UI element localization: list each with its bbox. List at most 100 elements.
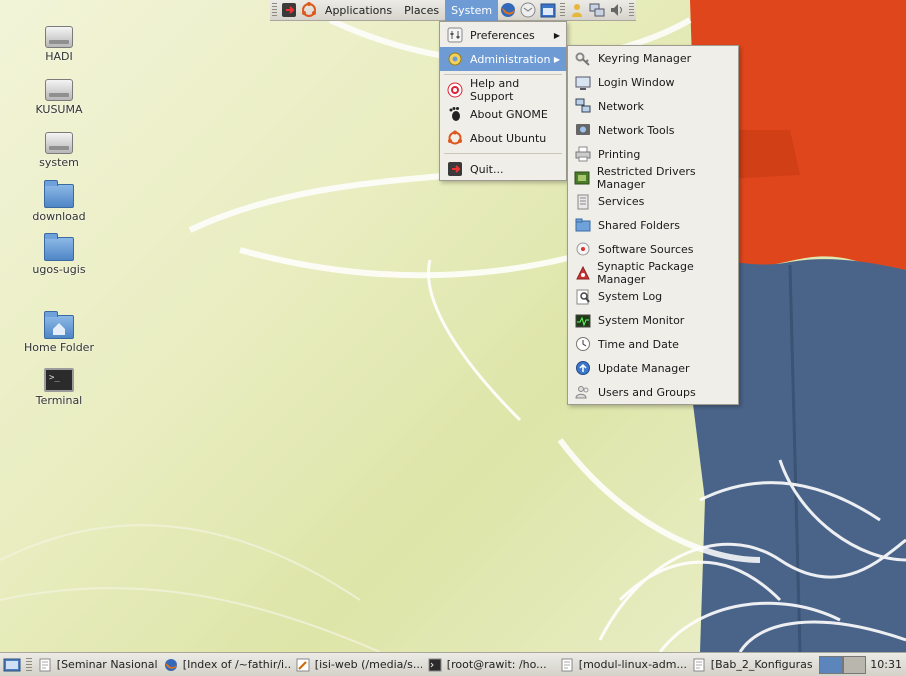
menu-item-label: Update Manager	[598, 361, 690, 375]
taskbar-window-button[interactable]: [isi-web (/media/s...	[292, 655, 422, 675]
menu-item-label: About GNOME	[470, 107, 548, 121]
menu-item-time-and-date[interactable]: Time and Date	[568, 333, 738, 357]
taskbar-window-button[interactable]: [root@rawit: /ho...	[424, 655, 554, 675]
volume-icon[interactable]	[609, 1, 625, 19]
menu-item-system-monitor[interactable]: System Monitor	[568, 309, 738, 333]
menu-item-update-manager[interactable]: Update Manager	[568, 356, 738, 380]
menu-item-system-log[interactable]: System Log	[568, 285, 738, 309]
menu-separator	[444, 153, 562, 154]
taskbar-window-label: [root@rawit: /ho...	[446, 658, 547, 671]
services-icon	[574, 193, 592, 211]
administration-icon	[446, 50, 464, 68]
desktop-icon-kusuma[interactable]: KUSUMA	[19, 79, 99, 116]
login-window-icon	[574, 74, 592, 92]
menu-item-label: Software Sources	[598, 242, 694, 256]
drive-icon	[45, 79, 73, 101]
menu-item-label: Printing	[598, 147, 641, 161]
ubuntu-icon[interactable]	[301, 1, 317, 19]
menu-item-quit[interactable]: Quit...	[440, 157, 566, 181]
menu-item-software-sources[interactable]: Software Sources	[568, 237, 738, 261]
menu-item-keyring-manager[interactable]: Keyring Manager	[568, 47, 738, 71]
menu-item-administration[interactable]: Administration ▶	[440, 47, 566, 71]
menu-item-restricted-drivers-manager[interactable]: Restricted Drivers Manager	[568, 164, 738, 191]
system-log-icon	[574, 288, 592, 306]
applications-menu[interactable]: Applications	[319, 0, 398, 21]
menu-item-help-and-support[interactable]: Help and Support	[440, 77, 566, 103]
submenu-arrow-icon: ▶	[553, 30, 560, 40]
terminal-icon: >_	[44, 368, 74, 392]
desktop-icon-label: download	[32, 210, 86, 223]
taskbar-window-button[interactable]: [Index of /~fathir/i...	[160, 655, 290, 675]
menu-item-label: Shared Folders	[598, 218, 680, 232]
menu-item-printing[interactable]: Printing	[568, 142, 738, 166]
places-menu[interactable]: Places	[398, 0, 445, 21]
menu-item-label: System Monitor	[598, 314, 685, 328]
taskbar-window-label: [Index of /~fathir/i...	[182, 658, 290, 671]
desktop-icon-home-folder[interactable]: Home Folder	[19, 311, 99, 354]
submenu-arrow-icon: ▶	[553, 54, 560, 64]
desktop-icon-label: KUSUMA	[35, 103, 83, 116]
menu-item-label: Restricted Drivers Manager	[596, 164, 696, 191]
calendar-icon[interactable]	[540, 1, 556, 19]
show-desktop-icon[interactable]	[2, 656, 22, 674]
taskbar-window-button[interactable]: [Bab_2_Konfiguras...	[688, 655, 812, 675]
chip-icon	[574, 169, 591, 187]
menu-item-synaptic-package-manager[interactable]: Synaptic Package Manager	[568, 260, 738, 286]
panel-drag-handle[interactable]	[272, 3, 277, 17]
firefox-icon	[164, 658, 178, 672]
firefox-icon[interactable]	[500, 1, 516, 19]
desktop-icon-download[interactable]: download	[19, 180, 99, 223]
panel-separator	[560, 3, 566, 17]
top-panel: Applications Places System	[270, 0, 636, 21]
menu-item-services[interactable]: Services	[568, 190, 738, 214]
menu-item-label: Network	[598, 99, 644, 113]
menu-item-label: Administration	[470, 52, 551, 66]
taskbar-window-label: [Bab_2_Konfiguras...	[710, 658, 812, 671]
logout-icon[interactable]	[281, 1, 297, 19]
workspace-2[interactable]	[842, 655, 867, 674]
menu-item-label: Keyring Manager	[598, 52, 692, 66]
preferences-icon	[446, 26, 464, 44]
menu-item-network[interactable]: Network	[568, 95, 738, 119]
menu-item-about-gnome[interactable]: About GNOME	[440, 102, 566, 126]
taskbar-window-label: [modul-linux-adm...	[578, 658, 686, 671]
desktop-icon-system[interactable]: system	[19, 132, 99, 169]
menu-item-network-tools[interactable]: Network Tools	[568, 118, 738, 142]
mail-icon[interactable]	[520, 1, 536, 19]
printer-icon	[574, 145, 592, 163]
update-icon	[574, 359, 592, 377]
user-icon[interactable]	[569, 1, 585, 19]
desktop-icon-label: HADI	[45, 50, 73, 63]
taskbar-window-button[interactable]: [modul-linux-adm...	[556, 655, 686, 675]
ubuntu-icon	[446, 129, 464, 147]
menu-item-label: Time and Date	[598, 337, 679, 351]
panel-drag-handle-bottom[interactable]	[25, 657, 32, 672]
panel-drag-handle-right[interactable]	[629, 3, 634, 17]
network-icon	[574, 97, 592, 115]
taskbar-window-button[interactable]: [Seminar Nasional...	[34, 655, 158, 675]
menu-item-users-and-groups[interactable]: Users and Groups	[568, 380, 738, 404]
menu-item-login-window[interactable]: Login Window	[568, 71, 738, 95]
clock[interactable]: 10:31	[866, 658, 906, 671]
network-status-icon[interactable]	[589, 1, 605, 19]
menu-item-about-ubuntu[interactable]: About Ubuntu	[440, 126, 566, 150]
quit-icon	[446, 160, 464, 178]
desktop-icon-hadi[interactable]: HADI	[19, 26, 99, 63]
workspace-1[interactable]	[818, 655, 843, 674]
menu-item-preferences[interactable]: Preferences ▶	[440, 23, 566, 47]
network-tools-icon	[574, 121, 592, 139]
taskbar-window-label: [isi-web (/media/s...	[314, 658, 422, 671]
taskbar-window-label: [Seminar Nasional...	[56, 658, 158, 671]
editor-icon	[296, 658, 310, 672]
menu-item-shared-folders[interactable]: Shared Folders	[568, 214, 738, 238]
document-icon	[692, 658, 706, 672]
system-menu[interactable]: System	[445, 0, 499, 21]
window-list: [Seminar Nasional... [Index of /~fathir/i…	[34, 655, 815, 675]
desktop-icon-ugos-ugis[interactable]: ugos-ugis	[19, 233, 99, 276]
desktop-icon-terminal[interactable]: >_ Terminal	[19, 368, 99, 407]
menu-item-label: Services	[598, 195, 645, 209]
software-sources-icon	[574, 240, 592, 258]
desktop-icon-label: Terminal	[35, 394, 83, 407]
menu-item-label: Preferences	[470, 28, 535, 42]
menu-item-label: Network Tools	[598, 123, 675, 137]
